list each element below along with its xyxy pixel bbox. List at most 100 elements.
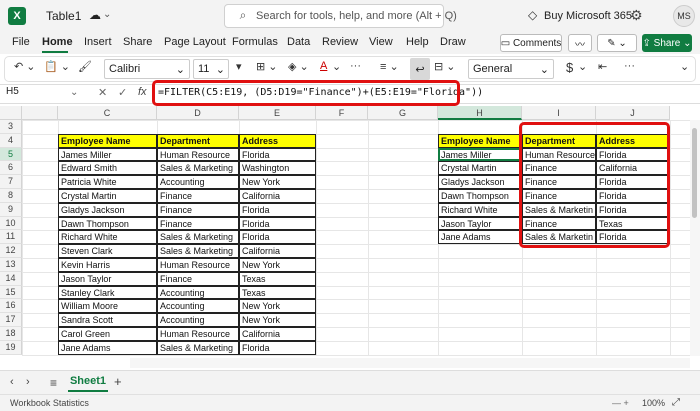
horizontal-scrollbar[interactable] [130,358,690,368]
table-cell[interactable]: Richard White [58,230,157,245]
check-icon[interactable]: ✓ [118,86,127,99]
row-header-18[interactable]: 18 [0,327,22,341]
tab-help[interactable]: Help [406,36,429,48]
chevron-right-icon[interactable]: › [26,376,30,388]
table-cell[interactable]: Sales & Marketing [157,230,239,245]
table-cell[interactable]: Gladys Jackson [58,202,157,217]
tab-page-layout[interactable]: Page Layout [164,36,226,48]
tab-formulas[interactable]: Formulas [232,36,278,48]
table-cell[interactable]: Jason Taylor [58,271,157,286]
row-header-13[interactable]: 13 [0,258,22,272]
gear-icon[interactable]: ⚙ [630,7,643,24]
table-header-cell[interactable]: Address [239,133,316,148]
column-header-c[interactable]: C [58,106,157,120]
table-cell[interactable]: Human Resource [157,258,239,272]
table-cell[interactable]: Jason Taylor [438,216,522,231]
table-cell[interactable]: California [239,327,316,341]
chevron-left-icon[interactable]: ‹ [10,376,14,388]
table-cell[interactable]: Texas [239,271,316,286]
table-cell[interactable]: Human Resource [157,327,239,341]
comments-button[interactable]: ▭ Comments [500,34,562,52]
row-header-12[interactable]: 12 [0,244,22,258]
table-cell[interactable]: Florida [239,216,316,231]
row-header-8[interactable]: 8 [0,189,22,203]
row-header-15[interactable]: 15 [0,285,22,300]
table-cell[interactable]: Florida [239,147,316,162]
format-painter-icon[interactable]: 🖌 [78,60,92,78]
table-cell[interactable]: Richard White [438,202,522,217]
share-button[interactable]: ⇪ Share ⌄ [642,34,692,52]
document-title[interactable]: Table1 [46,9,81,23]
row-header-19[interactable]: 19 [0,340,22,355]
paste-icon[interactable]: 📋 ⌄ [44,60,70,78]
table-cell[interactable]: Sales & Marketing [157,161,239,176]
row-header-16[interactable]: 16 [0,299,22,314]
table-cell[interactable]: James Miller [438,147,522,162]
column-header-h[interactable]: H [438,106,522,120]
chevron-down-icon[interactable]: ⌄ [103,9,111,20]
column-header-i[interactable]: I [522,106,596,120]
borders-icon[interactable]: ▾ [236,60,242,78]
tab-review[interactable]: Review [322,36,358,48]
table-cell[interactable]: Sales & Marketing [157,340,239,355]
table-header-cell[interactable]: Employee Name [438,133,522,148]
table-cell[interactable]: Steven Clark [58,244,157,258]
more-options-icon[interactable]: ··· [350,60,361,78]
autosave-icon[interactable]: ☁ [88,8,102,22]
column-header-e[interactable]: E [239,106,316,120]
table-cell[interactable]: Sales & Marketing [157,244,239,258]
sheet-list-icon[interactable]: ≡ [50,376,57,390]
editing-mode-button[interactable]: ✎ ⌄ [597,34,637,52]
column-header-d[interactable]: D [157,106,239,120]
row-header-5[interactable]: 5 [0,147,22,162]
column-header[interactable] [22,106,58,120]
table-cell[interactable]: Crystal Martin [58,189,157,203]
chevron-down-icon[interactable]: ⌄ [680,60,689,78]
table-cell[interactable]: Florida [239,202,316,217]
table-cell[interactable]: Finance [157,202,239,217]
row-header-4[interactable]: 4 [0,133,22,148]
table-cell[interactable]: James Miller [58,147,157,162]
chevron-down-icon[interactable]: ⌄ [70,87,78,98]
font-size-select[interactable]: 11 ⌄ [193,59,229,79]
table-cell[interactable]: Florida [239,340,316,355]
table-cell[interactable]: Finance [157,189,239,203]
chevron-down-icon[interactable]: ⌄ [578,60,587,78]
row-header-3[interactable]: 3 [0,120,22,134]
tab-share[interactable]: Share [123,36,152,48]
tab-insert[interactable]: Insert [84,36,112,48]
tab-draw[interactable]: Draw [440,36,466,48]
zoom-level[interactable]: 100% [642,398,665,408]
zoom-slider-icon[interactable]: — + [612,398,629,408]
table-cell[interactable]: Accounting [157,299,239,314]
column-header-j[interactable]: J [596,106,670,120]
table-cell[interactable]: Human Resource [157,147,239,162]
workbook-statistics[interactable]: Workbook Statistics [10,398,89,408]
borders-grid-icon[interactable]: ⊞ ⌄ [256,60,278,78]
table-header-cell[interactable]: Employee Name [58,133,157,148]
merge-icon[interactable]: ⊟ ⌄ [434,60,456,78]
table-cell[interactable]: New York [239,299,316,314]
decrease-decimal-icon[interactable]: ⇤ [598,60,607,78]
column-header-f[interactable]: F [316,106,368,120]
table-cell[interactable]: Dawn Thompson [58,216,157,231]
table-cell[interactable]: Jane Adams [58,340,157,355]
table-cell[interactable]: Accounting [157,285,239,300]
table-cell[interactable]: Stanley Clark [58,285,157,300]
table-cell[interactable]: Finance [157,216,239,231]
insert-function-icon[interactable]: fx [138,86,147,98]
table-cell[interactable]: Florida [239,230,316,245]
table-cell[interactable]: New York [239,175,316,189]
column-header-g[interactable]: G [368,106,438,120]
table-cell[interactable]: California [239,189,316,203]
row-header-10[interactable]: 10 [0,216,22,231]
chevron-down-icon[interactable]: ⌄ [332,60,341,78]
font-color-icon[interactable]: A [320,60,327,78]
cancel-icon[interactable]: ✕ [98,86,107,99]
table-cell[interactable]: William Moore [58,299,157,314]
number-format-select[interactable]: General ⌄ [468,59,554,79]
table-cell[interactable]: Dawn Thompson [438,189,522,203]
scrollbar-thumb[interactable] [692,128,697,218]
catchup-button[interactable]: 〰 [568,34,592,52]
currency-icon[interactable]: $ [566,60,573,78]
